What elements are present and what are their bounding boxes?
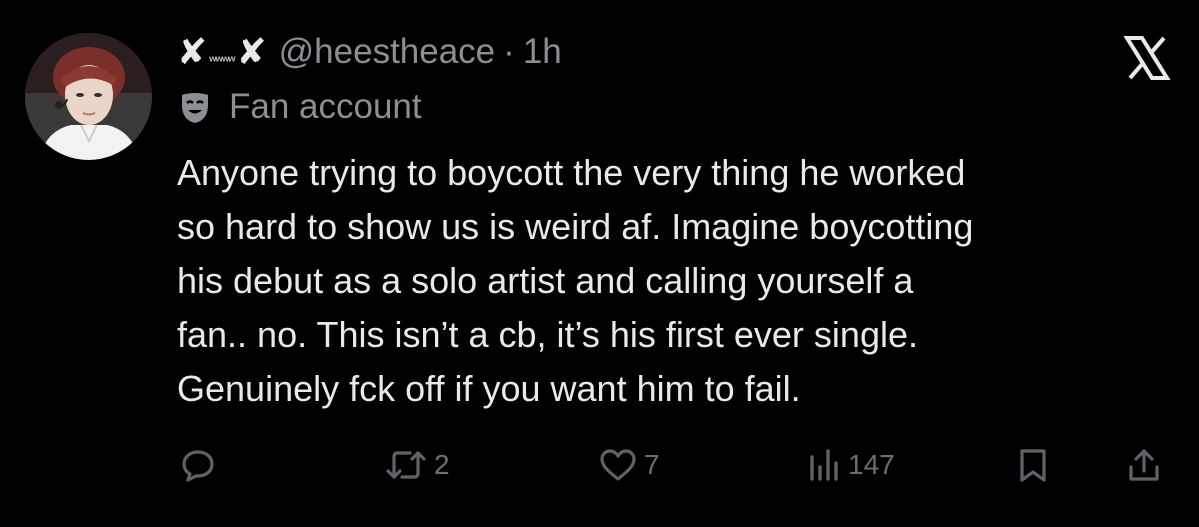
avatar-image [25,33,152,160]
like-count: 7 [644,449,660,480]
tweet-text-line: Anyone trying to boycott the very thing … [177,152,966,193]
bookmark-button[interactable] [1017,440,1049,490]
views-button[interactable]: 147 [806,440,895,490]
timestamp[interactable]: 1h [523,32,562,72]
tweet-text-line: his debut as a solo artist and calling y… [177,260,914,301]
mask-icon [182,93,208,123]
retweet-count: 2 [434,449,450,480]
tweet-text-line: fan.. no. This isn’t a cb, it’s his firs… [177,314,918,355]
user-handle[interactable]: @heestheace [279,32,496,72]
avatar[interactable] [25,33,152,160]
view-count: 147 [848,449,895,480]
tweet-actions: 2 7 147 [0,440,1199,490]
views-chart-icon [810,449,838,481]
retweet-button[interactable]: 2 [384,440,450,490]
share-icon [1129,449,1159,481]
display-name-mark-left: ✘ [177,31,208,72]
reply-icon [182,450,214,482]
heart-icon [600,449,636,481]
tweet-text-line: so hard to show us is weird af. Imagine … [177,206,974,247]
like-button[interactable]: 7 [598,440,660,490]
retweet-icon [386,451,426,479]
account-label: Fan account [177,84,422,130]
tweet-text: Anyone trying to boycott the very thing … [177,146,1177,416]
display-name[interactable]: ✘ ʷʷʷʷ ✘ [177,31,267,73]
tweet-card: ✘ ʷʷʷʷ ✘ @heestheace · 1h Fan account An… [0,0,1199,527]
x-logo-icon[interactable] [1123,34,1171,82]
bookmark-icon [1020,449,1046,482]
tweet-header: ✘ ʷʷʷʷ ✘ @heestheace · 1h [177,26,562,78]
display-name-squiggle: ʷʷʷʷ [209,52,235,68]
share-button[interactable] [1126,440,1162,490]
tweet-text-line: Genuinely fck off if you want him to fai… [177,368,801,409]
display-name-mark-right: ✘ [236,31,267,72]
reply-button[interactable] [180,440,222,490]
account-label-text: Fan account [229,87,422,126]
separator-dot: · [503,32,515,71]
